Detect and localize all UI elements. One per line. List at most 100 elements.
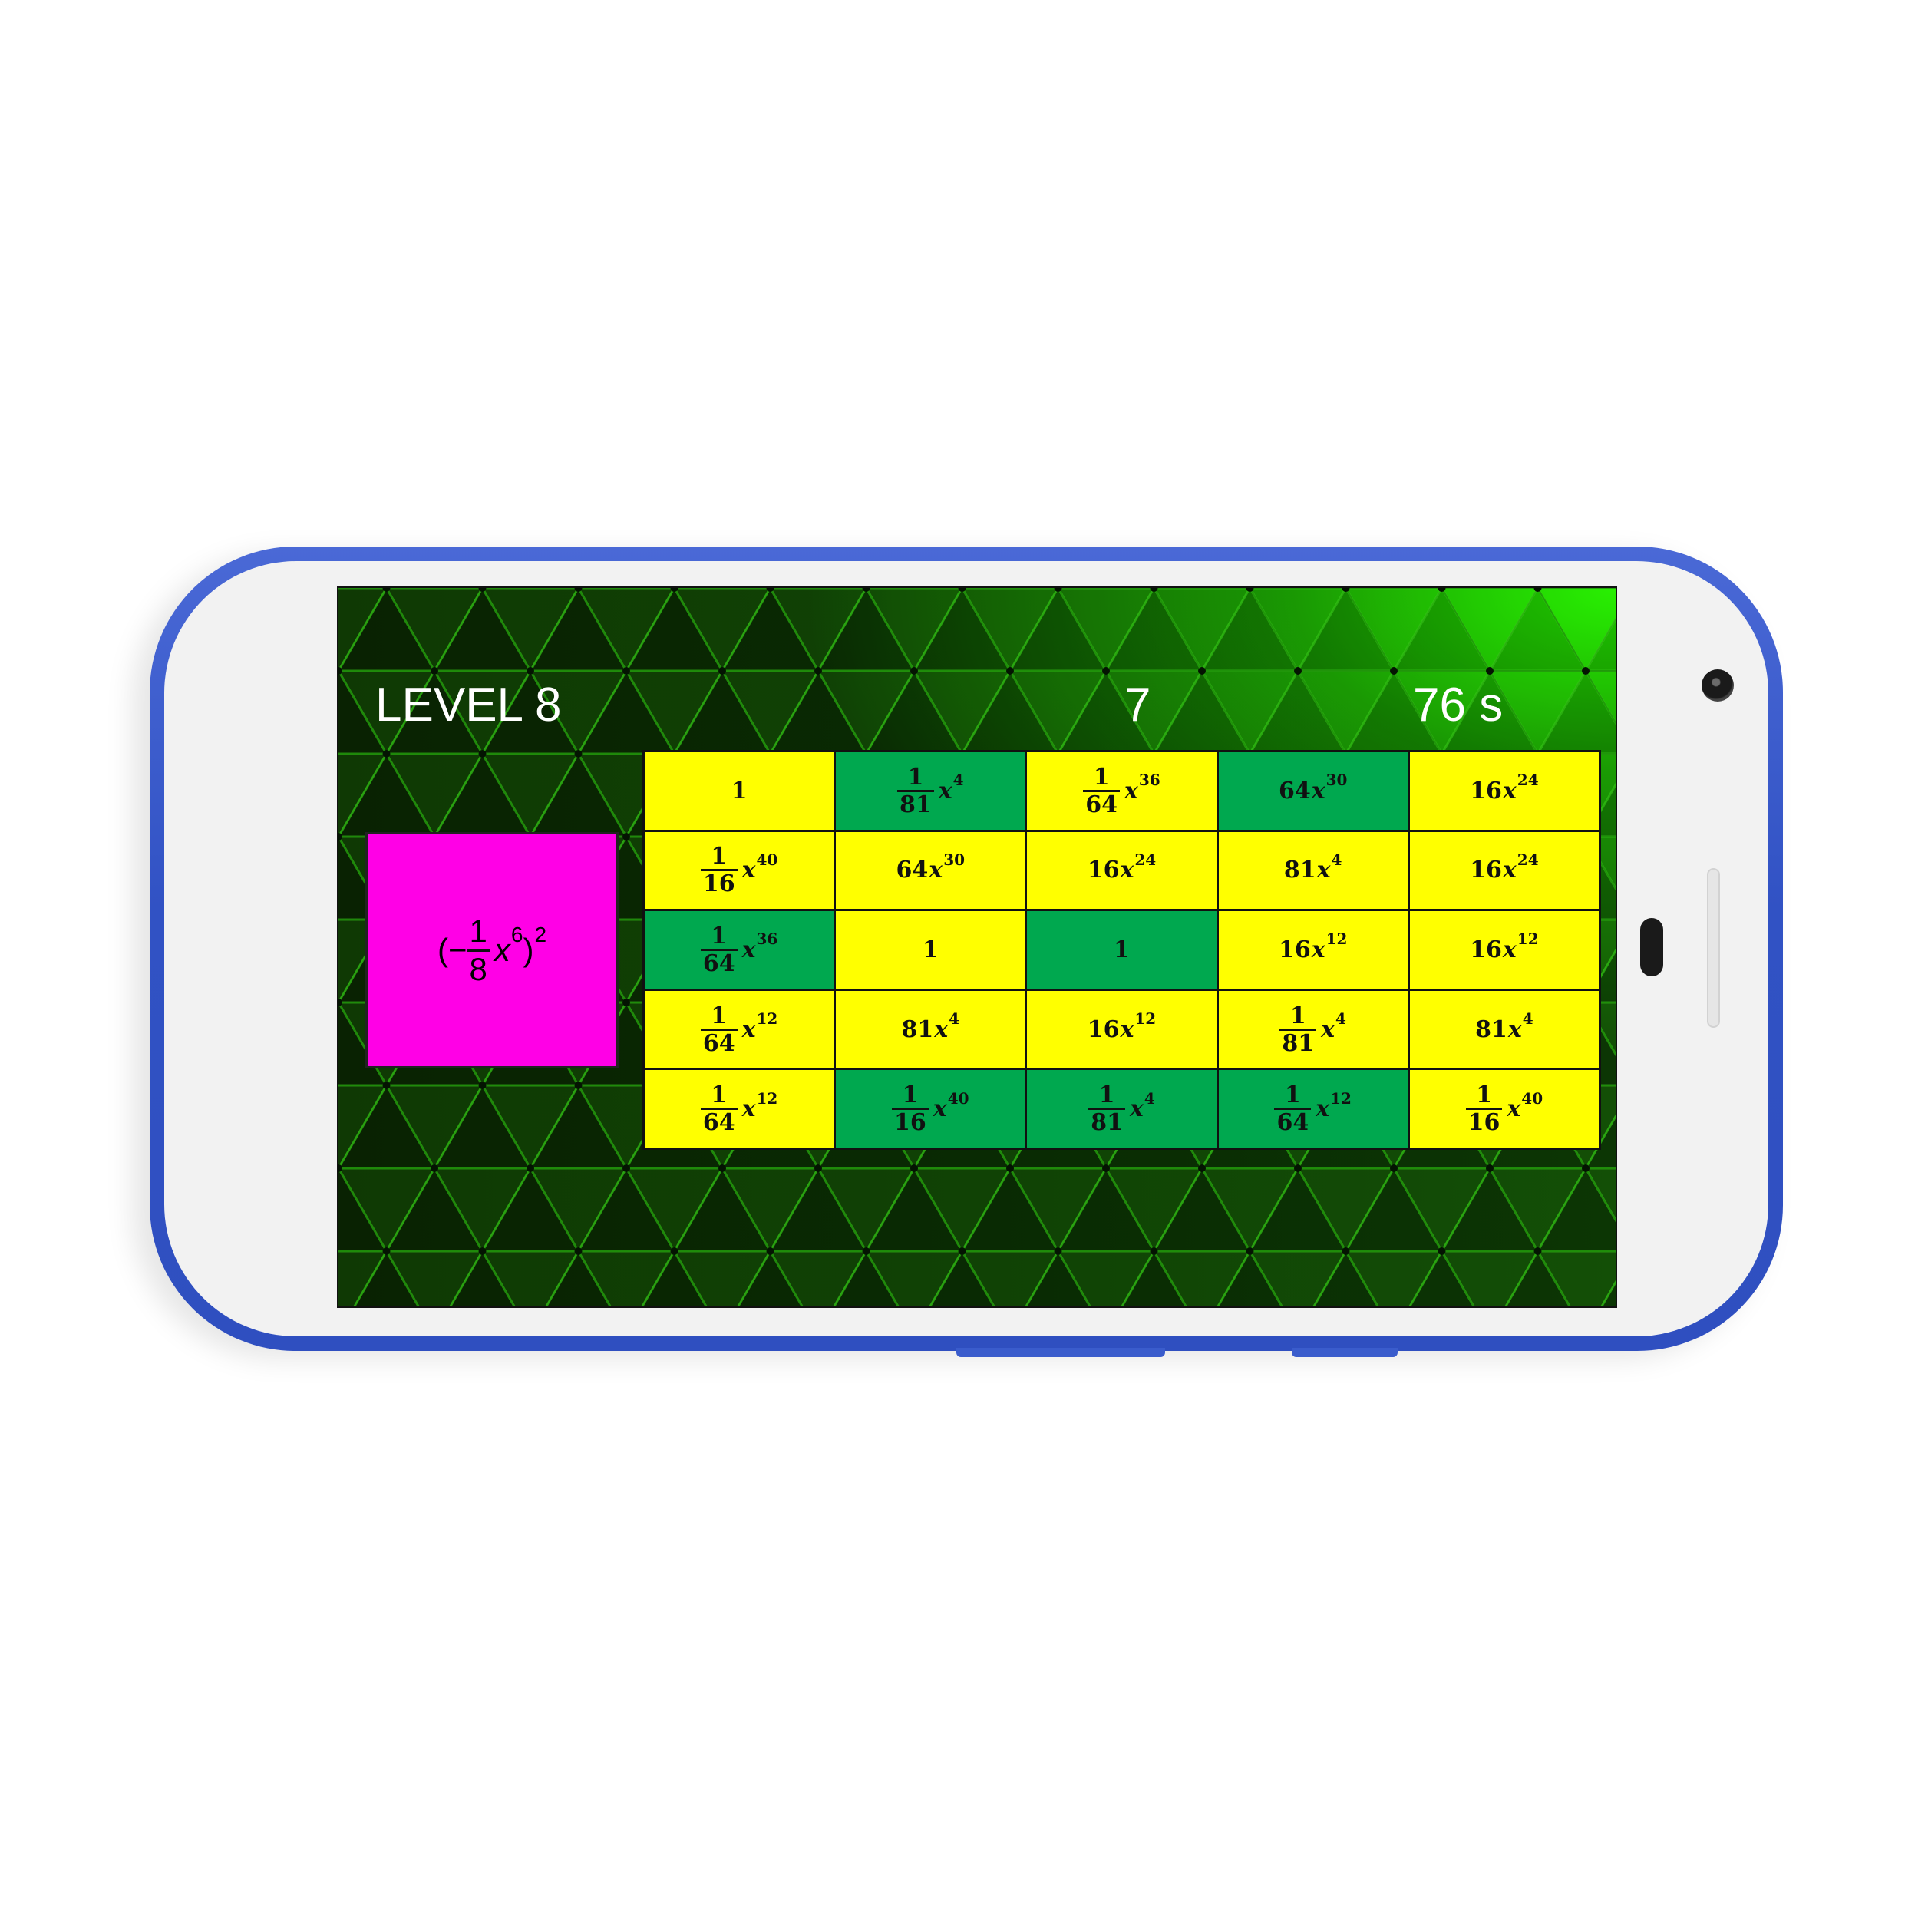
tile-expression: 1 bbox=[731, 778, 748, 804]
tile-expression: 16 x 24 bbox=[1470, 850, 1538, 884]
answer-tile[interactable]: 1 81 x 4 bbox=[1218, 990, 1408, 1068]
tile-expression: 1 bbox=[923, 936, 939, 963]
tile-numerator: 1 bbox=[1476, 1082, 1492, 1109]
tile-expression: 16 x 12 bbox=[1279, 930, 1347, 963]
volume-button bbox=[956, 1348, 1165, 1357]
tile-fraction: 1 64 bbox=[1274, 1082, 1312, 1135]
tile-fraction: 1 16 bbox=[1465, 1082, 1503, 1135]
tile-expression: 1 81 x 4 bbox=[1088, 1082, 1155, 1135]
tile-expression: 1 64 x 12 bbox=[700, 1082, 778, 1135]
tile-variable: x bbox=[934, 1016, 949, 1043]
tile-exponent: 12 bbox=[756, 1088, 778, 1108]
tile-exponent: 24 bbox=[1134, 850, 1157, 869]
tile-coefficient: 16 bbox=[1470, 777, 1502, 804]
tile-exponent: 12 bbox=[756, 1009, 778, 1029]
tile-fraction: 1 81 bbox=[897, 765, 934, 817]
tile-denominator: 64 bbox=[1274, 1108, 1312, 1135]
tile-variable: x bbox=[929, 857, 943, 884]
tile-exponent: 30 bbox=[943, 850, 966, 869]
tile-expression: 16 x 24 bbox=[1470, 771, 1538, 804]
answer-tile[interactable]: 81 x 4 bbox=[836, 990, 1025, 1068]
tile-expression: 1 64 x 36 bbox=[700, 922, 777, 976]
tile-variable: x bbox=[1507, 1016, 1522, 1043]
answer-tile[interactable]: 16 x 24 bbox=[1409, 752, 1599, 830]
tile-exponent: 12 bbox=[1326, 930, 1348, 949]
countdown-timer: 76 s bbox=[1413, 679, 1504, 732]
tile-expression: 64 x 30 bbox=[896, 850, 965, 884]
target-variable: x bbox=[494, 932, 510, 968]
tile-fraction: 1 16 bbox=[700, 843, 738, 897]
tile-denominator: 81 bbox=[1088, 1108, 1125, 1135]
answer-tile[interactable]: 64 x 30 bbox=[1218, 752, 1408, 830]
tile-variable: x bbox=[1316, 1095, 1330, 1123]
tile-numerator: 1 bbox=[902, 1082, 919, 1109]
target-outer-exponent: 2 bbox=[534, 923, 547, 946]
tile-coefficient: 16 bbox=[1087, 857, 1120, 884]
tile-variable: x bbox=[741, 857, 756, 884]
answer-tile[interactable]: 1 81 x 4 bbox=[836, 752, 1025, 830]
answer-tile[interactable]: 1 81 x 4 bbox=[1027, 1070, 1217, 1148]
tile-numerator: 1 bbox=[711, 1082, 728, 1109]
tile-denominator: 16 bbox=[1465, 1108, 1503, 1135]
score-counter: 7 bbox=[1124, 679, 1151, 732]
tile-numerator: 1 bbox=[711, 922, 728, 949]
tile-expression: 1 16 x 40 bbox=[1465, 1082, 1543, 1135]
tile-variable: x bbox=[741, 1095, 756, 1123]
tile-variable: x bbox=[1311, 777, 1326, 804]
answer-tile[interactable]: 16 x 12 bbox=[1218, 911, 1408, 989]
tile-fraction: 1 16 bbox=[892, 1082, 929, 1135]
tile-exponent: 24 bbox=[1517, 850, 1539, 869]
answer-tile[interactable]: 16 x 24 bbox=[1409, 831, 1599, 910]
tile-coefficient: 81 bbox=[1283, 857, 1316, 884]
speaker-grille bbox=[1707, 868, 1720, 1028]
answer-tile[interactable]: 16 x 24 bbox=[1027, 831, 1217, 910]
tile-coefficient: 64 bbox=[1278, 777, 1311, 804]
tile-expression: 16 x 24 bbox=[1087, 850, 1156, 884]
tile-variable: x bbox=[1120, 1016, 1134, 1043]
tile-expression: 81 x 4 bbox=[1475, 1009, 1533, 1043]
tile-fraction: 1 64 bbox=[1083, 765, 1120, 817]
home-button[interactable] bbox=[1640, 918, 1663, 976]
answer-tile[interactable]: 1 16 x 40 bbox=[645, 831, 834, 910]
tile-expression: 1 16 x 40 bbox=[892, 1082, 969, 1135]
tile-exponent: 12 bbox=[1134, 1009, 1157, 1029]
tile-fraction: 1 81 bbox=[1088, 1082, 1125, 1135]
answer-tile[interactable]: 1 16 x 40 bbox=[1409, 1070, 1599, 1148]
answer-tile[interactable]: 16 x 12 bbox=[1027, 990, 1217, 1068]
answer-tile[interactable]: 64 x 30 bbox=[836, 831, 1025, 910]
tile-fraction: 1 64 bbox=[700, 1082, 738, 1135]
answer-tile[interactable]: 81 x 4 bbox=[1218, 831, 1408, 910]
answer-tile[interactable]: 1 64 x 12 bbox=[645, 990, 834, 1068]
answer-tile[interactable]: 1 64 x 12 bbox=[1218, 1070, 1408, 1148]
tile-denominator: 81 bbox=[1279, 1028, 1317, 1056]
tile-numerator: 1 bbox=[1289, 1002, 1306, 1029]
tile-variable: x bbox=[1311, 936, 1326, 963]
answer-tile[interactable]: 1 64 x 36 bbox=[645, 911, 834, 989]
tile-denominator: 64 bbox=[700, 1028, 738, 1056]
answer-tile[interactable]: 1 16 x 40 bbox=[836, 1070, 1025, 1148]
tile-exponent: 4 bbox=[1331, 850, 1342, 869]
answer-tile[interactable]: 16 x 12 bbox=[1409, 911, 1599, 989]
tile-denominator: 16 bbox=[700, 869, 738, 897]
target-close-paren: ) bbox=[523, 932, 534, 968]
tile-coefficient: 16 bbox=[1470, 936, 1502, 963]
tile-exponent: 40 bbox=[1521, 1088, 1543, 1108]
tile-fraction: 1 64 bbox=[700, 922, 738, 976]
answer-tile[interactable]: 1 bbox=[836, 911, 1025, 989]
tile-exponent: 4 bbox=[952, 771, 964, 790]
tile-numerator: 1 bbox=[907, 763, 924, 791]
tile-expression: 1 bbox=[1114, 936, 1130, 963]
answer-tile[interactable]: 1 bbox=[645, 752, 834, 830]
tile-value: 1 bbox=[731, 777, 748, 804]
target-numerator: 1 bbox=[469, 912, 487, 949]
answer-tile[interactable]: 1 64 x 36 bbox=[1027, 752, 1217, 830]
tile-numerator: 1 bbox=[711, 843, 728, 870]
target-denominator: 8 bbox=[467, 949, 490, 987]
tile-coefficient: 64 bbox=[896, 857, 929, 884]
answer-tile[interactable]: 81 x 4 bbox=[1409, 990, 1599, 1068]
tile-expression: 1 81 x 4 bbox=[897, 765, 964, 817]
answer-tile[interactable]: 1 bbox=[1027, 911, 1217, 989]
tile-coefficient: 81 bbox=[1475, 1016, 1507, 1043]
tile-exponent: 12 bbox=[1517, 930, 1539, 949]
answer-tile[interactable]: 1 64 x 12 bbox=[645, 1070, 834, 1148]
